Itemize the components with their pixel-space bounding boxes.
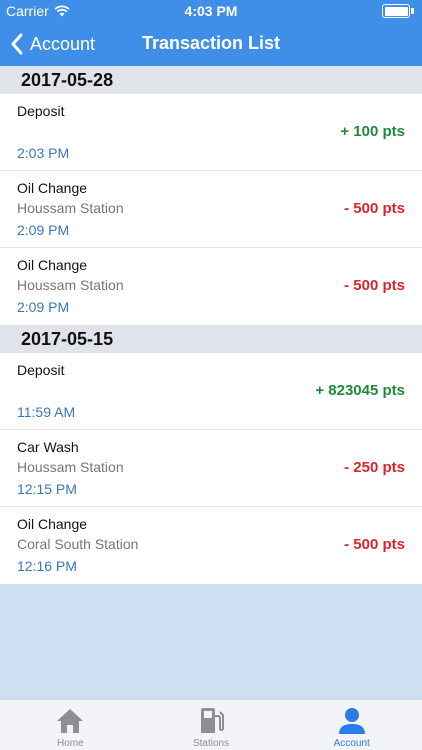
home-icon (57, 709, 84, 733)
transaction-time: 2:09 PM (17, 222, 70, 238)
transaction-station: Houssam Station (17, 200, 124, 216)
transaction-amount: - 250 pts (344, 459, 405, 476)
transaction-amount: + 100 pts (340, 123, 405, 140)
transaction-time: 11:59 AM (17, 404, 76, 420)
section-header-date: 2017-05-15 (0, 325, 422, 353)
app-header: Carrier 4:03 PM Account Transaction List (0, 0, 422, 66)
transaction-title: Oil Change (17, 257, 88, 273)
transaction-amount: - 500 pts (344, 277, 405, 294)
tab-account[interactable]: Account (281, 700, 422, 750)
transaction-time: 2:03 PM (17, 145, 70, 161)
transaction-row[interactable]: Deposit 11:59 AM + 823045 pts (0, 353, 422, 430)
tab-stations[interactable]: Stations (141, 700, 282, 750)
person-icon (338, 708, 365, 734)
transaction-amount: - 500 pts (344, 200, 405, 217)
transaction-section: Deposit 2:03 PM + 100 pts Oil Change Hou… (0, 94, 422, 325)
transaction-row[interactable]: Oil Change Coral South Station 12:16 PM … (0, 507, 422, 584)
status-time: 4:03 PM (184, 3, 238, 19)
transaction-row[interactable]: Oil Change Houssam Station 2:09 PM - 500… (0, 248, 422, 325)
tab-label: Account (333, 738, 370, 749)
status-bar: Carrier 4:03 PM (0, 0, 422, 22)
tab-label: Stations (192, 738, 230, 749)
page-title: Transaction List (141, 33, 281, 53)
transaction-station: Houssam Station (17, 277, 124, 293)
transaction-station: Houssam Station (17, 459, 124, 475)
transaction-title: Oil Change (17, 516, 88, 532)
transaction-time: 12:16 PM (17, 558, 77, 574)
transaction-title: Deposit (17, 362, 65, 378)
transaction-amount: + 823045 pts (315, 382, 405, 399)
navigation-bar: Account Transaction List (0, 22, 422, 66)
transaction-title: Car Wash (17, 439, 79, 455)
transaction-time: 12:15 PM (17, 481, 77, 497)
transaction-section: Deposit 11:59 AM + 823045 pts Car Wash H… (0, 353, 422, 584)
battery-icon (382, 4, 416, 18)
transaction-row[interactable]: Oil Change Houssam Station 2:09 PM - 500… (0, 171, 422, 248)
tab-label: Home (56, 738, 84, 749)
transaction-list: 2017-05-28 Deposit 2:03 PM + 100 pts Oil… (0, 66, 422, 584)
transaction-amount: - 500 pts (344, 536, 405, 553)
section-header-date: 2017-05-28 (0, 66, 422, 94)
transaction-time: 2:09 PM (17, 299, 70, 315)
transaction-title: Oil Change (17, 180, 88, 196)
transaction-row[interactable]: Car Wash Houssam Station 12:15 PM - 250 … (0, 430, 422, 507)
fuel-pump-icon (201, 708, 224, 733)
transaction-row[interactable]: Deposit 2:03 PM + 100 pts (0, 94, 422, 171)
tab-bar: Home Stations Account (0, 699, 422, 750)
transaction-station: Coral South Station (17, 536, 139, 552)
tab-home[interactable]: Home (0, 700, 141, 750)
transaction-title: Deposit (17, 103, 65, 119)
